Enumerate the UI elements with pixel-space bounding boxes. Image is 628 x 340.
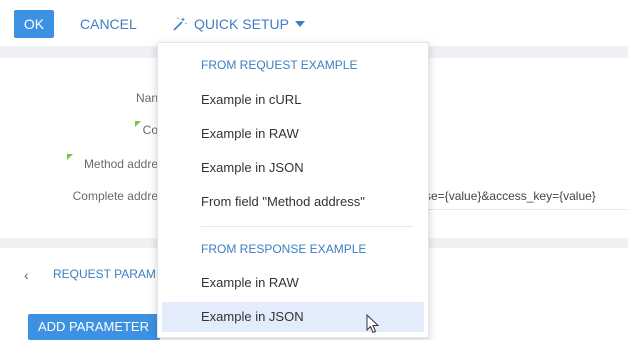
quick-setup-label: QUICK SETUP bbox=[194, 16, 289, 32]
required-indicator bbox=[135, 121, 141, 127]
chevron-left-icon[interactable]: ‹ bbox=[24, 267, 29, 283]
menu-group-request-example: FROM REQUEST EXAMPLE bbox=[201, 58, 358, 72]
menu-item-from-method-address[interactable]: From field "Method address" bbox=[162, 187, 424, 217]
toolbar: OK CANCEL QUICK SETUP bbox=[0, 0, 628, 46]
caret-down-icon bbox=[294, 21, 305, 27]
required-indicator bbox=[67, 154, 73, 160]
mouse-cursor-icon bbox=[366, 313, 380, 339]
quick-setup-button[interactable]: QUICK SETUP bbox=[172, 10, 305, 38]
magic-wand-icon bbox=[172, 16, 188, 32]
field-underline bbox=[425, 209, 628, 210]
name-label: Nan bbox=[135, 91, 158, 105]
request-parameters-title[interactable]: REQUEST PARAM bbox=[53, 267, 156, 281]
menu-item-response-json[interactable]: Example in JSON bbox=[162, 302, 424, 332]
complete-address-label: Complete addre bbox=[72, 189, 158, 203]
menu-divider bbox=[201, 226, 413, 227]
menu-item-response-raw[interactable]: Example in RAW bbox=[162, 268, 424, 298]
add-parameter-button[interactable]: ADD PARAMETER bbox=[28, 314, 160, 340]
menu-item-request-json[interactable]: Example in JSON bbox=[162, 153, 424, 183]
menu-item-request-curl[interactable]: Example in cURL bbox=[162, 85, 424, 115]
quick-setup-menu: FROM REQUEST EXAMPLE Example in cURL Exa… bbox=[157, 42, 429, 338]
method-address-label: Method addre bbox=[83, 157, 158, 171]
code-label: Co bbox=[142, 123, 158, 137]
cancel-button[interactable]: CANCEL bbox=[80, 10, 137, 38]
complete-address-field[interactable]: se={value}&access_key={value} bbox=[425, 189, 596, 203]
menu-group-response-example: FROM RESPONSE EXAMPLE bbox=[201, 242, 367, 256]
ok-button[interactable]: OK bbox=[14, 10, 54, 38]
menu-item-request-raw[interactable]: Example in RAW bbox=[162, 119, 424, 149]
